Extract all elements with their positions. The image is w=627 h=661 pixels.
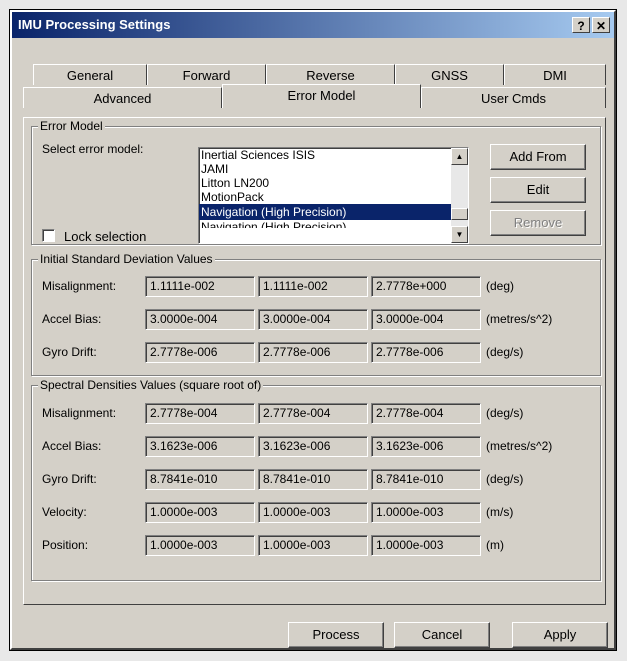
initial-sd-group-label: Initial Standard Deviation Values [38,252,215,266]
scroll-thumb[interactable] [451,208,468,220]
tab-error-model[interactable]: Error Model [222,84,421,108]
initial_sd-unit-label: (deg/s) [486,345,524,359]
initial_sd-value-field[interactable]: 3.0000e-004 [145,309,255,330]
initial_sd-value-field[interactable]: 2.7778e-006 [371,342,481,363]
tab-gnss[interactable]: GNSS [395,64,504,85]
list-item[interactable]: Navigation (High Precision) ... [199,220,468,228]
spectral-value-field[interactable]: 2.7778e-004 [258,403,368,424]
spectral-group-label: Spectral Densities Values (square root o… [38,378,264,392]
remove-button[interactable]: Remove [490,210,586,236]
spectral-value-field[interactable]: 1.0000e-003 [258,535,368,556]
list-item[interactable]: MotionPack [199,190,468,204]
scroll-up-icon[interactable]: ▲ [451,148,468,165]
spectral-value-field[interactable]: 3.1623e-006 [258,436,368,457]
cancel-button[interactable]: Cancel [394,622,490,648]
spectral-value-field[interactable]: 8.7841e-010 [145,469,255,490]
spectral-value-field[interactable]: 1.0000e-003 [371,535,481,556]
add-from-button[interactable]: Add From [490,144,586,170]
list-item[interactable]: JAMI [199,162,468,176]
spectral-unit-label: (metres/s^2) [486,439,553,453]
close-button[interactable]: ✕ [592,17,610,33]
initial_sd-value-field[interactable]: 2.7778e-006 [145,342,255,363]
initial_sd-value-field[interactable]: 3.0000e-004 [371,309,481,330]
tab-advanced[interactable]: Advanced [23,87,222,108]
spectral-unit-label: (m) [486,538,504,552]
initial_sd-value-field[interactable]: 2.7778e-006 [258,342,368,363]
title-bar: IMU Processing Settings ? ✕ [12,12,614,38]
spectral-row-label: Accel Bias: [42,439,102,453]
spectral-row-label: Position: [42,538,89,552]
tab-dmi[interactable]: DMI [504,64,606,85]
spectral-row-label: Misalignment: [42,406,117,420]
spectral-row-label: Velocity: [42,505,87,519]
scroll-down-icon[interactable]: ▼ [451,226,468,243]
dialog-title: IMU Processing Settings [18,17,171,32]
spectral-value-field[interactable]: 3.1623e-006 [371,436,481,457]
list-item-selected[interactable]: Navigation (High Precision) [199,204,468,220]
spectral-row-label: Gyro Drift: [42,472,97,486]
initial_sd-value-field[interactable]: 1.1111e-002 [145,276,255,297]
spectral-value-field[interactable]: 1.0000e-003 [258,502,368,523]
imu-settings-dialog: IMU Processing Settings ? ✕ General Forw… [10,10,616,650]
edit-button[interactable]: Edit [490,177,586,203]
lock-selection-checkbox[interactable] [42,229,55,242]
initial_sd-value-field[interactable]: 2.7778e+000 [371,276,481,297]
initial_sd-unit-label: (metres/s^2) [486,312,553,326]
lock-selection-label: Lock selection [64,229,147,244]
spectral-unit-label: (m/s) [486,505,514,519]
spectral-value-field[interactable]: 1.0000e-003 [371,502,481,523]
initial_sd-value-field[interactable]: 3.0000e-004 [258,309,368,330]
spectral-value-field[interactable]: 2.7778e-004 [371,403,481,424]
process-button[interactable]: Process [288,622,384,648]
initial_sd-value-field[interactable]: 1.1111e-002 [258,276,368,297]
list-scrollbar[interactable]: ▲ ▼ [451,148,468,243]
spectral-unit-label: (deg/s) [486,406,524,420]
initial_sd-row-label: Misalignment: [42,279,117,293]
initial_sd-row-label: Gyro Drift: [42,345,97,359]
spectral-value-field[interactable]: 8.7841e-010 [258,469,368,490]
spectral-value-field[interactable]: 2.7778e-004 [145,403,255,424]
apply-button[interactable]: Apply [512,622,608,648]
tab-reverse[interactable]: Reverse [266,64,395,85]
tab-user-cmds[interactable]: User Cmds [421,87,606,108]
tab-general[interactable]: General [33,64,147,85]
spectral-value-field[interactable]: 3.1623e-006 [145,436,255,457]
list-item[interactable]: Litton LN200 [199,176,468,190]
error-model-group-label: Error Model [38,119,105,133]
spectral-value-field[interactable]: 1.0000e-003 [145,502,255,523]
spectral-value-field[interactable]: 1.0000e-003 [145,535,255,556]
select-model-label: Select error model: [42,142,144,156]
help-button[interactable]: ? [572,17,590,33]
tab-forward[interactable]: Forward [147,64,266,85]
error-model-list[interactable]: Inertial Sciences ISIS JAMI Litton LN200… [198,147,469,244]
initial_sd-row-label: Accel Bias: [42,312,102,326]
initial_sd-unit-label: (deg) [486,279,515,293]
spectral-unit-label: (deg/s) [486,472,524,486]
spectral-value-field[interactable]: 8.7841e-010 [371,469,481,490]
list-item[interactable]: Inertial Sciences ISIS [199,148,468,162]
